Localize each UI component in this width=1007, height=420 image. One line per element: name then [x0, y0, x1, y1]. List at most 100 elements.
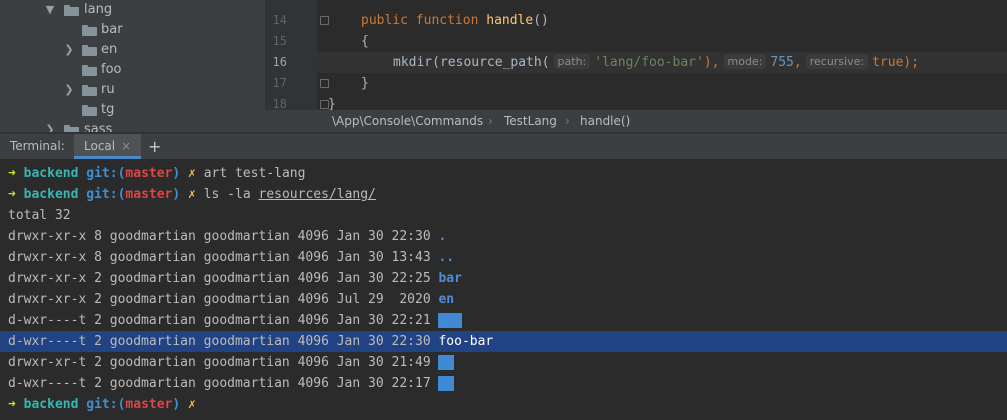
- listing-row: drwxr-xr-t 2 goodmartian goodmartian 409…: [8, 352, 455, 373]
- listing-meta: d-wxr----t 2 goodmartian goodmartian 409…: [8, 334, 439, 349]
- listing-row: drwxr-xr-x 2 goodmartian goodmartian 409…: [8, 268, 462, 289]
- prompt-git-close: ): [172, 187, 181, 202]
- listing-meta: d-wxr----t 2 goodmartian goodmartian 409…: [8, 376, 439, 391]
- listing-name: foo-bar: [438, 334, 494, 349]
- parameter-hint: mode:: [723, 54, 767, 69]
- prompt-arrow-icon: ➜: [8, 397, 16, 412]
- tree-item-ru[interactable]: ❯ ru: [0, 80, 265, 100]
- command-path-link[interactable]: resources/lang/: [259, 187, 376, 202]
- code-text: (): [533, 13, 549, 28]
- prompt-git: git:(: [86, 397, 126, 412]
- prompt-git-close: ): [172, 166, 181, 181]
- chevron-right-icon[interactable]: ❯: [63, 40, 75, 60]
- add-tab-icon[interactable]: +: [148, 134, 161, 159]
- listing-meta: d-wxr----t 2 goodmartian goodmartian 409…: [8, 313, 439, 328]
- tree-item-sass[interactable]: ❯ sass: [0, 120, 265, 132]
- tree-item-label: en: [101, 42, 118, 57]
- listing-meta: drwxr-xr-t 2 goodmartian goodmartian 409…: [8, 355, 439, 370]
- prompt-line: ➜ backend git:(master) ✗ art test-lang: [8, 163, 305, 184]
- tree-item-label: ru: [101, 82, 115, 97]
- tree-item-label: sass: [84, 122, 113, 132]
- tab-local[interactable]: Local ×: [74, 134, 142, 159]
- line-number: 14: [272, 13, 287, 27]
- breadcrumb-separator: ›: [488, 114, 493, 128]
- folder-icon: [64, 125, 79, 132]
- prompt-dir: backend: [23, 187, 79, 202]
- line-number: 15: [272, 34, 287, 48]
- line-number: 18: [272, 97, 287, 110]
- code-line-16[interactable]: mkdir(resource_path(path:'lang/foo-bar')…: [393, 52, 919, 73]
- number-literal: 755: [770, 55, 794, 70]
- prompt-line: ➜ backend git:(master) ✗: [8, 394, 196, 415]
- code-punct: );: [903, 55, 920, 70]
- breadcrumb-separator: ›: [565, 114, 570, 128]
- prompt-arrow-icon: ➜: [8, 166, 16, 181]
- listing-row: drwxr-xr-x 8 goodmartian goodmartian 409…: [8, 247, 454, 268]
- parameter-hint: recursive:: [805, 54, 869, 69]
- chevron-right-icon[interactable]: ❯: [63, 80, 75, 100]
- folder-icon: [82, 105, 97, 116]
- output-line: total 32: [8, 208, 71, 223]
- code-editor[interactable]: 14 15 16 17 18 public function handle() …: [265, 0, 1007, 110]
- listing-meta: drwxr-xr-x 2 goodmartian goodmartian 409…: [8, 271, 439, 286]
- fold-marker-icon[interactable]: [320, 79, 329, 88]
- close-icon[interactable]: ×: [121, 134, 131, 159]
- listing-meta: drwxr-xr-x 8 goodmartian goodmartian 409…: [8, 250, 439, 265]
- listing-row: drwxr-xr-x 2 goodmartian goodmartian 409…: [8, 289, 454, 310]
- keyword: public: [361, 13, 408, 28]
- dirty-mark-icon: ✗: [188, 187, 196, 202]
- prompt-git: git:(: [86, 187, 126, 202]
- terminal-label: Terminal:: [10, 139, 65, 153]
- terminal-toolbar: Terminal: Local × +: [0, 134, 1007, 159]
- code-text: }: [361, 76, 369, 91]
- function-name: handle: [486, 13, 534, 28]
- prompt-dir: backend: [23, 397, 79, 412]
- listing-name: tg: [438, 376, 455, 391]
- tab-label: Local: [84, 139, 116, 153]
- terminal-output[interactable]: ➜ backend git:(master) ✗ art test-lang ➜…: [0, 159, 1007, 420]
- fold-marker-icon[interactable]: [320, 16, 329, 25]
- listing-row: drwxr-xr-x 8 goodmartian goodmartian 409…: [8, 226, 446, 247]
- tree-item-bar[interactable]: bar: [0, 20, 265, 40]
- chevron-right-icon[interactable]: ❯: [44, 120, 56, 132]
- breadcrumb: \App\Console\Commands › TestLang › handl…: [265, 110, 1007, 132]
- listing-row-selected: d-wxr----t 2 goodmartian goodmartian 409…: [0, 331, 1007, 352]
- line-number-current: 16: [272, 55, 287, 69]
- code-punct: ,: [793, 55, 802, 70]
- code-line-18[interactable]: }: [328, 94, 336, 110]
- listing-meta: drwxr-xr-x 2 goodmartian goodmartian 409…: [8, 292, 439, 307]
- tree-item-en[interactable]: ❯ en: [0, 40, 265, 60]
- prompt-dir: backend: [23, 166, 79, 181]
- listing-row: d-wxr----t 2 goodmartian goodmartian 409…: [8, 310, 462, 331]
- code-line-17[interactable]: }: [361, 73, 369, 94]
- tree-item-tg[interactable]: tg: [0, 100, 265, 120]
- folder-icon: [82, 65, 97, 76]
- code-line-15[interactable]: {: [361, 31, 369, 52]
- listing-name: ..: [438, 250, 455, 265]
- line-gutter: 14 15 16 17 18: [265, 0, 317, 110]
- command-text: ls -la: [203, 187, 259, 202]
- keyword: function: [415, 13, 479, 28]
- breadcrumb-item[interactable]: handle(): [580, 110, 630, 132]
- code-text: mkdir(resource_path(: [393, 55, 550, 70]
- folder-icon: [82, 85, 97, 96]
- breadcrumb-item[interactable]: TestLang: [504, 110, 557, 132]
- tree-item-lang[interactable]: ▼ lang: [0, 0, 265, 20]
- tree-item-label: tg: [101, 102, 115, 117]
- listing-name: ru: [438, 355, 455, 370]
- boolean-literal: true: [872, 55, 904, 70]
- listing-name: foo: [438, 313, 462, 328]
- prompt-line: ➜ backend git:(master) ✗ ls -la resource…: [8, 184, 376, 205]
- tree-item-label: lang: [84, 2, 113, 17]
- tree-item-foo[interactable]: foo: [0, 60, 265, 80]
- breadcrumb-item[interactable]: \App\Console\Commands: [332, 110, 483, 132]
- code-line-14[interactable]: public function handle(): [361, 10, 549, 31]
- code-punct: ),: [703, 55, 720, 70]
- prompt-branch: master: [125, 166, 173, 181]
- chevron-down-icon[interactable]: ▼: [44, 0, 56, 20]
- listing-meta: drwxr-xr-x 8 goodmartian goodmartian 409…: [8, 229, 439, 244]
- string-literal: 'lang/foo-bar': [594, 55, 704, 70]
- listing-name: en: [438, 292, 455, 307]
- dirty-mark-icon: ✗: [188, 397, 196, 412]
- listing-name: bar: [438, 271, 462, 286]
